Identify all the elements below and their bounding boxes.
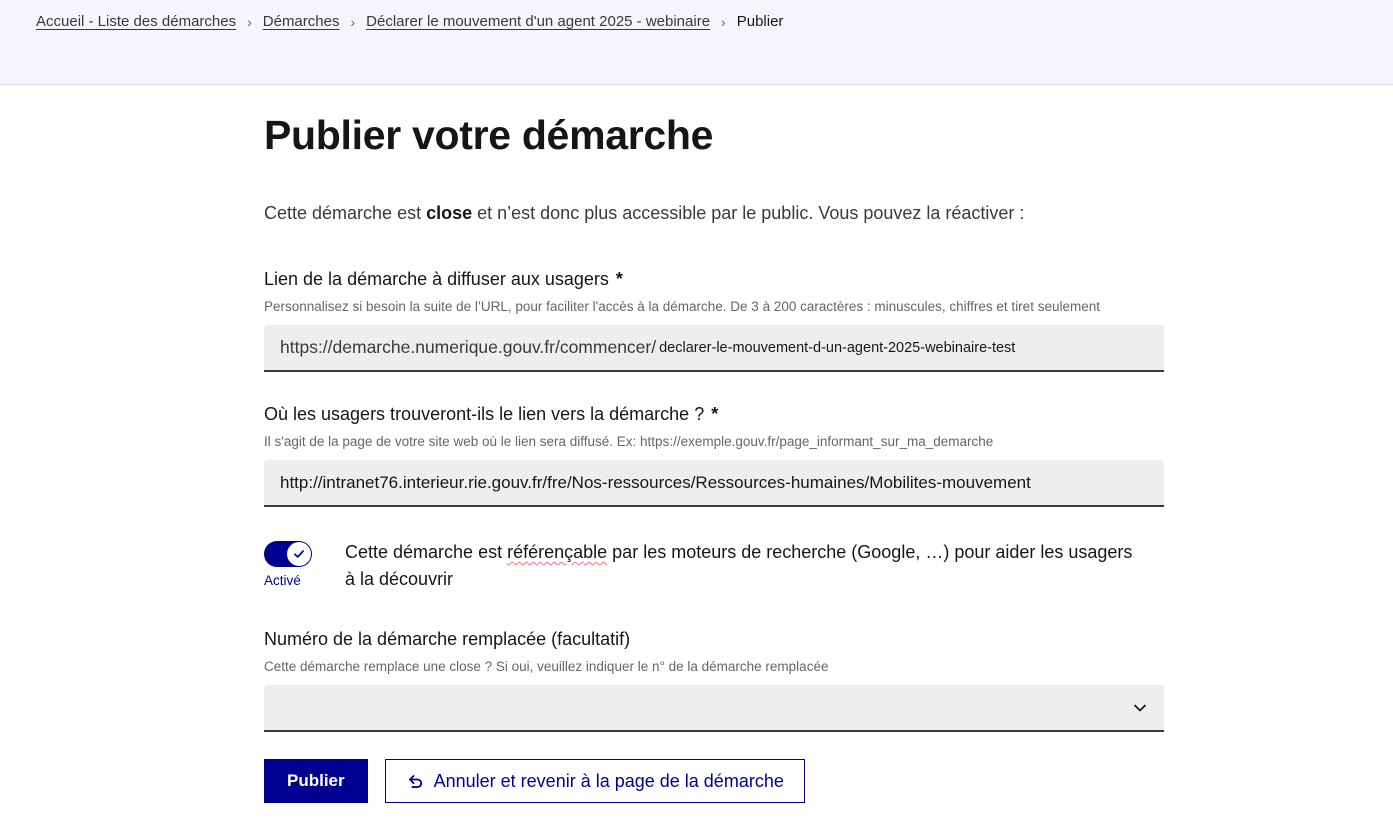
breadcrumb-link-demarches[interactable]: Démarches xyxy=(263,13,340,30)
seo-label-part1: Cette démarche est xyxy=(345,542,507,562)
breadcrumb: Accueil - Liste des démarches › Démarche… xyxy=(0,0,1393,30)
link-field-input-wrapper: https://demarche.numerique.gouv.fr/comme… xyxy=(264,325,1164,372)
check-icon xyxy=(292,547,306,561)
breadcrumb-separator-icon: › xyxy=(350,14,355,30)
url-prefix: https://demarche.numerique.gouv.fr/comme… xyxy=(280,337,656,358)
main-content: Publier votre démarche Cette démarche es… xyxy=(264,111,1164,803)
toggle-state-label: Activé xyxy=(264,573,345,588)
source-field-label-text: Où les usagers trouveront-ils le lien ve… xyxy=(264,404,704,424)
cancel-button-label: Annuler et revenir à la page de la démar… xyxy=(434,771,784,792)
required-asterisk: * xyxy=(616,269,623,289)
seo-toggle-column: Activé xyxy=(264,539,345,588)
publish-button[interactable]: Publier xyxy=(264,759,368,803)
seo-label-misspelled-word: référençable xyxy=(507,542,607,562)
breadcrumb-separator-icon: › xyxy=(247,14,252,30)
intro-part2: et n’est donc plus accessible par le pub… xyxy=(472,203,1024,223)
replaced-number-select[interactable] xyxy=(264,685,1164,732)
cancel-button[interactable]: Annuler et revenir à la page de la démar… xyxy=(385,759,805,803)
seo-toggle-row: Activé Cette démarche est référençable p… xyxy=(264,539,1164,593)
page-title: Publier votre démarche xyxy=(264,111,1164,159)
status-intro-text: Cette démarche est close et n’est donc p… xyxy=(264,201,1164,225)
breadcrumb-current-publier: Publier xyxy=(737,13,784,30)
link-slug-input[interactable] xyxy=(656,340,1148,356)
seo-toggle-switch[interactable] xyxy=(264,541,312,567)
status-close-word: close xyxy=(426,203,472,223)
source-url-input[interactable] xyxy=(264,460,1164,507)
link-field-group: Lien de la démarche à diffuser aux usage… xyxy=(264,267,1164,372)
replaced-field-group: Numéro de la démarche remplacée (faculta… xyxy=(264,627,1164,732)
source-field-label: Où les usagers trouveront-ils le lien ve… xyxy=(264,402,1164,426)
seo-toggle-label[interactable]: Cette démarche est référençable par les … xyxy=(345,539,1135,593)
undo-arrow-icon xyxy=(406,772,425,791)
chevron-down-icon xyxy=(1132,700,1148,716)
required-asterisk: * xyxy=(711,404,718,424)
link-field-label: Lien de la démarche à diffuser aux usage… xyxy=(264,267,1164,291)
toggle-knob xyxy=(287,542,311,566)
source-field-group: Où les usagers trouveront-ils le lien ve… xyxy=(264,402,1164,507)
breadcrumb-band: Accueil - Liste des démarches › Démarche… xyxy=(0,0,1393,85)
breadcrumb-link-accueil[interactable]: Accueil - Liste des démarches xyxy=(36,13,236,30)
link-field-label-text: Lien de la démarche à diffuser aux usage… xyxy=(264,269,609,289)
source-field-hint: Il s'agit de la page de votre site web o… xyxy=(264,433,1164,450)
replaced-field-hint: Cette démarche remplace une close ? Si o… xyxy=(264,658,1164,675)
link-field-hint: Personnalisez si besoin la suite de l’UR… xyxy=(264,298,1164,315)
action-buttons: Publier Annuler et revenir à la page de … xyxy=(264,759,1164,803)
breadcrumb-separator-icon: › xyxy=(721,14,726,30)
breadcrumb-link-demarche-name[interactable]: Déclarer le mouvement d'un agent 2025 - … xyxy=(366,13,710,30)
replaced-field-label: Numéro de la démarche remplacée (faculta… xyxy=(264,627,1164,651)
intro-part1: Cette démarche est xyxy=(264,203,426,223)
